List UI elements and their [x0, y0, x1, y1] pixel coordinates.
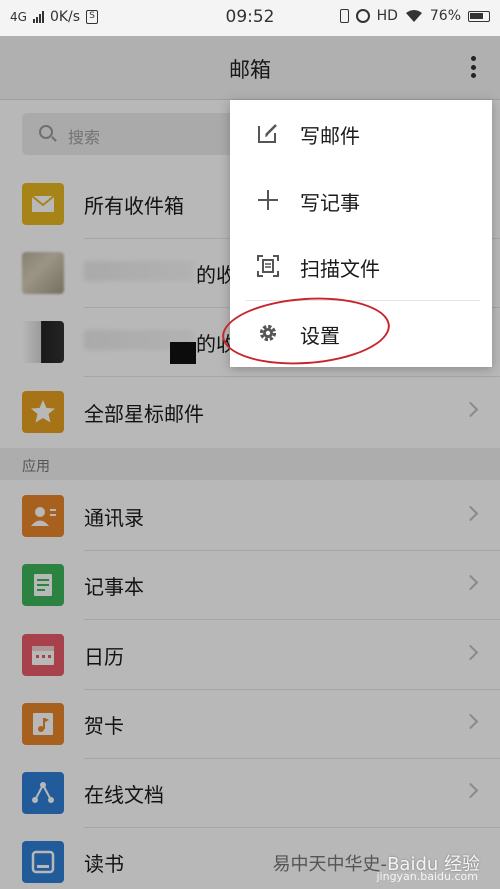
document-icon: [22, 772, 64, 814]
compose-icon: [258, 124, 277, 143]
battery-icon: [468, 10, 490, 22]
hd-label: HD: [376, 8, 398, 24]
list-item-starred[interactable]: 全部星标邮件: [0, 378, 500, 446]
app-item-card[interactable]: 贺卡: [0, 690, 500, 758]
menu-item-label: 写记事: [300, 191, 360, 215]
card-icon: [22, 703, 64, 745]
account-avatar: [22, 321, 64, 363]
search-placeholder: 搜索: [68, 128, 101, 147]
list-item-label: 所有收件箱: [84, 194, 184, 218]
divider: [84, 619, 500, 620]
mail-icon: [22, 183, 64, 225]
watermark-url: jingyan.baidu.com: [376, 870, 478, 883]
gear-icon: [259, 324, 277, 342]
chevron-right-icon: [462, 401, 479, 418]
vibrate-icon: [339, 9, 349, 23]
chevron-right-icon: [462, 574, 479, 591]
menu-item-settings[interactable]: 设置: [230, 301, 492, 367]
status-bar: 4G 0K/s S 09:52 HD 76%: [0, 0, 500, 36]
list-item-label: 在线文档: [84, 783, 164, 807]
app-item-online-docs[interactable]: 在线文档: [0, 759, 500, 827]
menu-item-scan[interactable]: 扫描文件: [230, 234, 492, 300]
list-item-label: 日历: [84, 645, 124, 669]
list-item-label: 通讯录: [84, 506, 144, 530]
page-title: 邮箱: [229, 58, 271, 82]
section-header-apps: 应用: [0, 448, 500, 480]
contacts-icon: [22, 495, 64, 537]
popup-menu: 写邮件 写记事 扫描文件 设置: [230, 100, 492, 367]
menu-item-label: 扫描文件: [300, 257, 380, 281]
list-item-label: 贺卡: [84, 714, 124, 738]
scan-icon: [257, 255, 279, 277]
chevron-right-icon: [462, 505, 479, 522]
chevron-right-icon: [462, 644, 479, 661]
list-item-label: 记事本: [84, 575, 144, 599]
redaction-block: [170, 342, 196, 364]
chevron-right-icon: [462, 782, 479, 799]
divider: [84, 376, 500, 377]
plus-icon: [258, 190, 278, 210]
more-vertical-icon[interactable]: [466, 54, 480, 80]
alarm-icon: [355, 9, 370, 23]
app-item-contacts[interactable]: 通讯录: [0, 482, 500, 550]
app-item-notepad[interactable]: 记事本: [0, 551, 500, 619]
account-avatar: [22, 252, 64, 294]
book-icon: [22, 841, 64, 883]
header: 邮箱: [0, 36, 500, 100]
list-item-label: 全部星标邮件: [84, 402, 204, 426]
section-title: 应用: [22, 459, 50, 475]
wifi-icon: [405, 10, 422, 22]
menu-item-new-note[interactable]: 写记事: [230, 168, 492, 234]
chevron-right-icon: [462, 713, 479, 730]
menu-item-label: 设置: [300, 324, 340, 348]
redacted-account: [84, 261, 194, 281]
star-icon: [22, 391, 64, 433]
notepad-icon: [22, 564, 64, 606]
calendar-icon: [22, 634, 64, 676]
menu-item-label: 写邮件: [300, 124, 360, 148]
battery-percent: 76%: [429, 8, 461, 24]
list-item-label: 读书: [84, 852, 124, 876]
app-item-calendar[interactable]: 日历: [0, 621, 500, 689]
menu-item-compose[interactable]: 写邮件: [230, 101, 492, 167]
search-icon: [39, 125, 53, 139]
